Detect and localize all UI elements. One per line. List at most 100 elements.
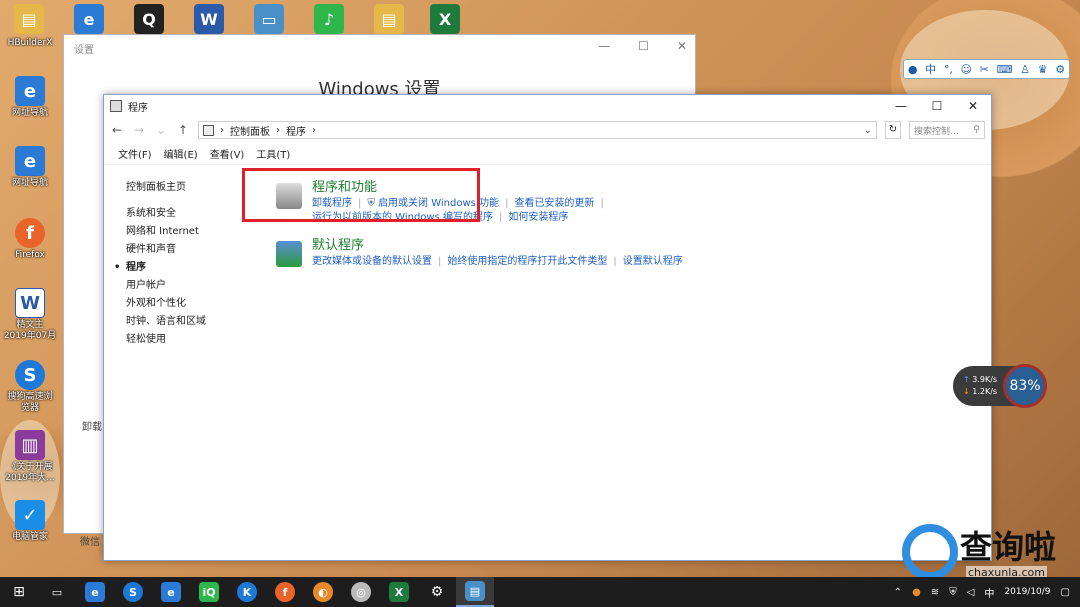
desktop-icon-hbuilderx[interactable]: HBuilderX [0, 10, 60, 49]
start-button[interactable]: ⊞ [0, 577, 38, 607]
close-icon[interactable]: ✕ [677, 39, 687, 53]
iqiyi-icon: iQ [199, 582, 219, 602]
control-panel-window[interactable]: 程序 — ☐ ✕ ← → ⌄ ↑ › 控制面板 › 程序 › ⌄ ↻ 搜索控制.… [103, 94, 992, 561]
emoji-icon[interactable]: ☺ [961, 63, 972, 76]
system-tray: ⌃ ● ≋ ⛨ ◁ 中 2019/10/9 ▢ [894, 585, 1080, 600]
up-arrow-icon[interactable]: ↑ [176, 123, 190, 137]
sidebar-item-ease-of-access[interactable]: 轻松使用 [126, 331, 206, 349]
taskbar-firefox[interactable]: f [266, 577, 304, 607]
breadcrumb-control-panel[interactable]: 控制面板 [230, 123, 270, 138]
back-arrow-icon[interactable]: ← [110, 123, 124, 137]
qq-icon[interactable]: Q [134, 4, 164, 34]
taskbar-kugou[interactable]: K [228, 577, 266, 607]
desktop-icon-word-doc[interactable]: W 精文主 2019年07月 [0, 288, 60, 342]
skin-icon[interactable]: ♛ [1038, 63, 1048, 76]
sidebar-item-appearance[interactable]: 外观和个性化 [126, 295, 206, 313]
recent-dropdown-icon[interactable]: ⌄ [154, 123, 168, 137]
clock-date: 2019/10/9 [1004, 587, 1051, 597]
desktop-icon-nav-2[interactable]: e 网址导航 [0, 146, 60, 189]
volume-icon[interactable]: ◁ [967, 587, 975, 598]
shield-icon[interactable]: ⛨ [949, 587, 957, 598]
chevron-up-icon[interactable]: ⌃ [894, 587, 902, 598]
desktop-icon-firefox[interactable]: f Firefox [0, 218, 60, 261]
clock[interactable]: 2019/10/9 [1004, 586, 1050, 598]
punctuation-icon[interactable]: °, [944, 63, 953, 76]
minimize-icon[interactable]: — [598, 39, 610, 53]
disc-icon: ◎ [351, 582, 371, 602]
desktop-icon-label: 网址导航 [11, 108, 48, 118]
taskbar-ie[interactable]: e [76, 577, 114, 607]
tray-app-icon[interactable]: ● [912, 587, 921, 598]
windows-logo-icon: ⊞ [13, 584, 25, 600]
category-title[interactable]: 默认程序 [312, 237, 683, 255]
ime-indicator[interactable]: 中 [984, 585, 994, 600]
control-panel-titlebar[interactable]: 程序 — ☐ ✕ [104, 95, 991, 117]
task-view-button[interactable]: ▭ [38, 577, 76, 607]
taskbar-iqiyi[interactable]: iQ [190, 577, 228, 607]
sidebar-item-programs[interactable]: 程序 [114, 259, 206, 277]
forward-arrow-icon[interactable]: → [132, 123, 146, 137]
address-bar[interactable]: › 控制面板 › 程序 › ⌄ [198, 121, 877, 139]
notification-icon[interactable]: ▢ [1061, 587, 1070, 598]
refresh-icon[interactable]: ↻ [885, 121, 901, 139]
network-speed-widget[interactable]: ↑ 3.9K/s ↓ 1.2K/s 83% [953, 364, 1047, 408]
user-icon[interactable]: ♙ [1020, 63, 1030, 76]
menu-file[interactable]: 文件(F) [118, 146, 152, 161]
ie-icon: e [85, 582, 105, 602]
highlight-annotation-box [242, 168, 480, 222]
sidebar-item-network[interactable]: 网络和 Internet [126, 223, 206, 241]
desktop-icon-sogou[interactable]: S 搜狗高速浏 览器 [0, 360, 60, 414]
desktop-icon-nav-1[interactable]: e 网址导航 [0, 76, 60, 119]
gear-icon[interactable]: ⚙ [1055, 63, 1065, 76]
menu-bar: 文件(F) 编辑(E) 查看(V) 工具(T) [104, 143, 991, 165]
taskbar-ie-2[interactable]: e [152, 577, 190, 607]
sogou-logo-icon: ● [907, 62, 918, 76]
link-how-to-install[interactable]: 如何安装程序 [508, 212, 568, 223]
watermark-text: 查询啦 [960, 528, 1057, 566]
menu-view[interactable]: 查看(V) [210, 146, 245, 161]
link-always-open-filetype[interactable]: 始终使用指定的程序打开此文件类型 [447, 256, 607, 267]
desktop-icon-label: 《关于开展 2019年大... [5, 462, 55, 483]
sidebar-item-home[interactable]: 控制面板主页 [126, 179, 206, 197]
menu-edit[interactable]: 编辑(E) [164, 146, 198, 161]
link-set-default-programs[interactable]: 设置默认程序 [623, 256, 683, 267]
chevron-down-icon[interactable]: ⌄ [864, 125, 872, 136]
excel-doc-icon[interactable]: X [430, 4, 460, 34]
taskbar-excel[interactable]: X [380, 577, 418, 607]
maximize-icon[interactable]: ☐ [638, 39, 649, 53]
breadcrumb-separator-icon: › [220, 124, 224, 136]
scissors-icon[interactable]: ✂ [980, 63, 989, 76]
ime-toolbar[interactable]: ● 中 °, ☺ ✂ ⌨ ♙ ♛ ⚙ [903, 59, 1070, 79]
computer-icon[interactable]: ▭ [254, 4, 284, 34]
taskbar-app-disc[interactable]: ◎ [342, 577, 380, 607]
maximize-button[interactable]: ☐ [919, 99, 955, 113]
menu-tools[interactable]: 工具(T) [256, 146, 290, 161]
link-change-media-defaults[interactable]: 更改媒体或设备的默认设置 [312, 256, 432, 267]
close-button[interactable]: ✕ [955, 99, 991, 113]
ime-mode[interactable]: 中 [925, 61, 936, 77]
minimize-button[interactable]: — [883, 99, 919, 113]
keyboard-icon[interactable]: ⌨ [997, 63, 1013, 76]
sidebar-item-hardware[interactable]: 硬件和声音 [126, 241, 206, 259]
shield-icon: ✓ [15, 500, 45, 530]
window-title: 程序 [128, 102, 148, 114]
download-arrow-icon: ↓ [963, 387, 970, 396]
folder-icon[interactable]: ▤ [374, 4, 404, 34]
sidebar-item-user-accounts[interactable]: 用户帐户 [126, 277, 206, 295]
link-view-installed-updates[interactable]: 查看已安装的更新 [514, 198, 594, 209]
word-doc-icon[interactable]: W [194, 4, 224, 34]
desktop-icon-rar[interactable]: ▥ 《关于开展 2019年大... [0, 430, 60, 484]
kugou-icon: K [237, 582, 257, 602]
taskbar-app-orange[interactable]: ◐ [304, 577, 342, 607]
music-app-icon[interactable]: ♪ [314, 4, 344, 34]
breadcrumb-programs[interactable]: 程序 [286, 123, 306, 138]
search-input[interactable]: 搜索控制... ⚲ [909, 121, 985, 139]
taskbar-settings[interactable]: ⚙ [418, 577, 456, 607]
sidebar-item-clock-region[interactable]: 时钟、语言和区域 [126, 313, 206, 331]
taskbar-control-panel[interactable]: ▤ [456, 577, 494, 607]
ie-icon[interactable]: e [74, 4, 104, 34]
wifi-icon[interactable]: ≋ [931, 587, 939, 598]
taskbar-sogou[interactable]: S [114, 577, 152, 607]
sidebar-item-system-security[interactable]: 系统和安全 [126, 205, 206, 223]
desktop-icon-pc-manager[interactable]: ✓ 电脑管家 [0, 500, 60, 543]
